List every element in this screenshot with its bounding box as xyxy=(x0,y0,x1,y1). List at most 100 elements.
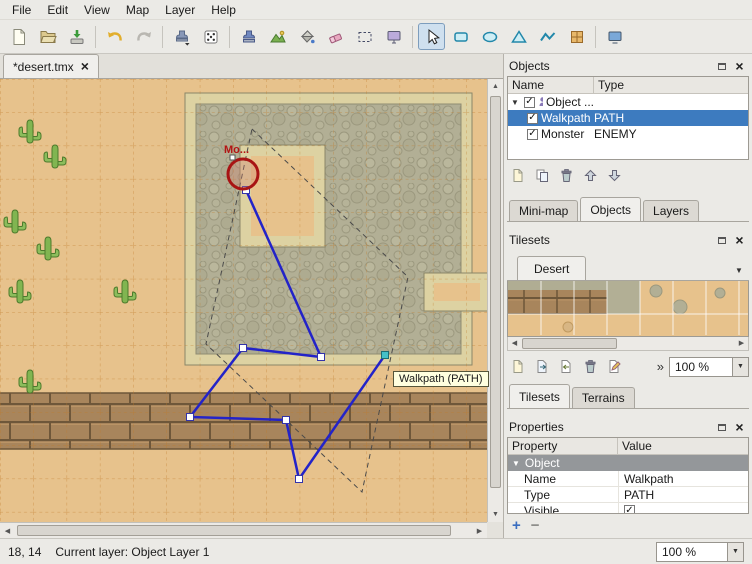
import-tileset-button[interactable] xyxy=(531,356,553,378)
property-row-name[interactable]: Name Walkpath xyxy=(508,471,748,487)
undo-button[interactable] xyxy=(101,23,128,50)
remove-property-button[interactable]: − xyxy=(531,518,540,533)
map-view[interactable]: Mo... Walkpath (PATH) xyxy=(0,79,503,538)
random-mode-button[interactable] xyxy=(197,23,224,50)
tab-objects[interactable]: Objects xyxy=(580,197,641,221)
terrain-brush-button[interactable] xyxy=(264,23,291,50)
toolbar-overflow-chevron[interactable]: » xyxy=(654,359,667,374)
menu-file[interactable]: File xyxy=(4,1,39,19)
menu-map[interactable]: Map xyxy=(118,1,157,19)
tilesets-float-button[interactable] xyxy=(714,233,729,248)
tileset-scroll-thumb[interactable] xyxy=(522,338,617,349)
properties-col-property[interactable]: Property xyxy=(508,438,618,454)
raise-object-button[interactable] xyxy=(579,164,601,186)
open-button[interactable] xyxy=(34,23,61,50)
insert-rectangle-button[interactable] xyxy=(447,23,474,50)
magic-wand-button[interactable] xyxy=(380,23,407,50)
document-tab[interactable]: *desert.tmx xyxy=(3,54,99,78)
scroll-down-icon[interactable] xyxy=(488,507,503,522)
tilesets-close-button[interactable] xyxy=(732,233,747,248)
status-bar: 18, 14 Current layer: Object Layer 1 100… xyxy=(0,538,752,564)
tileset-zoom-combo[interactable]: 100 % xyxy=(669,357,749,377)
new-tileset-button[interactable] xyxy=(507,356,529,378)
scroll-right-icon[interactable] xyxy=(472,523,487,538)
zoom-combo[interactable]: 100 % xyxy=(656,542,744,562)
tab-layers[interactable]: Layers xyxy=(643,200,699,221)
tileset-image[interactable] xyxy=(508,281,749,335)
monster-row[interactable]: Monster ENEMY xyxy=(508,126,748,142)
redo-button[interactable] xyxy=(130,23,157,50)
tileset-dropdown-icon[interactable] xyxy=(729,260,749,280)
property-value[interactable]: PATH xyxy=(618,487,748,502)
tileset-scrollbar[interactable] xyxy=(507,337,749,351)
insert-polyline-button[interactable] xyxy=(534,23,561,50)
menu-view[interactable]: View xyxy=(76,1,118,19)
menu-layer[interactable]: Layer xyxy=(157,1,203,19)
objects-float-button[interactable] xyxy=(714,59,729,74)
monster-visible-checkbox[interactable] xyxy=(527,129,538,140)
vertical-scrollbar[interactable] xyxy=(487,79,503,522)
property-row-type[interactable]: Type PATH xyxy=(508,487,748,503)
objects-col-type[interactable]: Type xyxy=(594,77,748,93)
insert-polygon-button[interactable] xyxy=(505,23,532,50)
objects-close-button[interactable] xyxy=(732,59,747,74)
properties-float-button[interactable] xyxy=(714,420,729,435)
tab-minimap[interactable]: Mini-map xyxy=(509,200,578,221)
ellipse-shape-icon xyxy=(481,28,499,46)
rect-select-button[interactable] xyxy=(351,23,378,50)
map-canvas[interactable]: Mo... xyxy=(0,79,487,522)
layer-visible-checkbox[interactable] xyxy=(524,97,535,108)
menu-edit[interactable]: Edit xyxy=(39,1,76,19)
eraser-button[interactable] xyxy=(322,23,349,50)
properties-close-button[interactable] xyxy=(732,420,747,435)
walkpath-visible-checkbox[interactable] xyxy=(527,113,538,124)
cursor-coordinates: 18, 14 xyxy=(8,545,41,559)
visible-checkbox[interactable] xyxy=(624,505,635,514)
insert-tile-button[interactable] xyxy=(563,23,590,50)
scroll-left-icon[interactable] xyxy=(0,523,15,538)
edit-polygons-button[interactable] xyxy=(418,23,445,50)
lower-object-button[interactable] xyxy=(603,164,625,186)
menu-help[interactable]: Help xyxy=(203,1,244,19)
tab-close-icon[interactable] xyxy=(81,59,89,74)
delete-tileset-button[interactable] xyxy=(579,356,601,378)
tileset-zoom-value: 100 % xyxy=(670,358,732,376)
new-map-button[interactable] xyxy=(5,23,32,50)
stamp-brush-button[interactable] xyxy=(235,23,262,50)
group-expander-icon[interactable] xyxy=(512,459,520,468)
combo-dropdown-icon[interactable] xyxy=(732,358,748,376)
horizontal-scrollbar[interactable] xyxy=(0,522,487,538)
property-row-visible[interactable]: Visible xyxy=(508,503,748,514)
expander-icon[interactable] xyxy=(511,98,521,107)
save-button[interactable] xyxy=(63,23,90,50)
walkpath-row[interactable]: Walkpath PATH xyxy=(508,110,748,126)
property-value[interactable]: Walkpath xyxy=(618,471,748,486)
add-object-button[interactable] xyxy=(507,164,529,186)
delete-object-button[interactable] xyxy=(555,164,577,186)
bucket-fill-button[interactable] xyxy=(293,23,320,50)
property-group-object[interactable]: Object xyxy=(508,455,748,471)
tab-tilesets[interactable]: Tilesets xyxy=(509,384,570,408)
objects-col-name[interactable]: Name xyxy=(508,77,594,93)
combo-dropdown-icon[interactable] xyxy=(727,543,743,561)
export-tileset-button[interactable] xyxy=(555,356,577,378)
insert-ellipse-button[interactable] xyxy=(476,23,503,50)
stamp-menu-button[interactable] xyxy=(168,23,195,50)
highlight-layer-button[interactable] xyxy=(601,23,628,50)
tileset-view[interactable] xyxy=(507,281,749,337)
horizontal-scroll-thumb[interactable] xyxy=(17,525,451,536)
scroll-up-icon[interactable] xyxy=(488,79,503,94)
scroll-right-icon[interactable] xyxy=(735,336,748,349)
stamp-menu-icon xyxy=(173,28,191,46)
document-tabbar: *desert.tmx xyxy=(0,54,503,79)
duplicate-object-button[interactable] xyxy=(531,164,553,186)
properties-col-value[interactable]: Value xyxy=(618,438,748,454)
vertical-scroll-thumb[interactable] xyxy=(490,96,501,488)
tab-terrains[interactable]: Terrains xyxy=(572,387,635,408)
edit-tileset-button[interactable] xyxy=(603,356,625,378)
page-export-icon xyxy=(559,359,574,374)
tileset-tab-desert[interactable]: Desert xyxy=(517,256,586,280)
scroll-left-icon[interactable] xyxy=(508,336,521,349)
object-layer-row[interactable]: Object ... xyxy=(508,94,748,110)
add-property-button[interactable]: + xyxy=(512,518,521,533)
